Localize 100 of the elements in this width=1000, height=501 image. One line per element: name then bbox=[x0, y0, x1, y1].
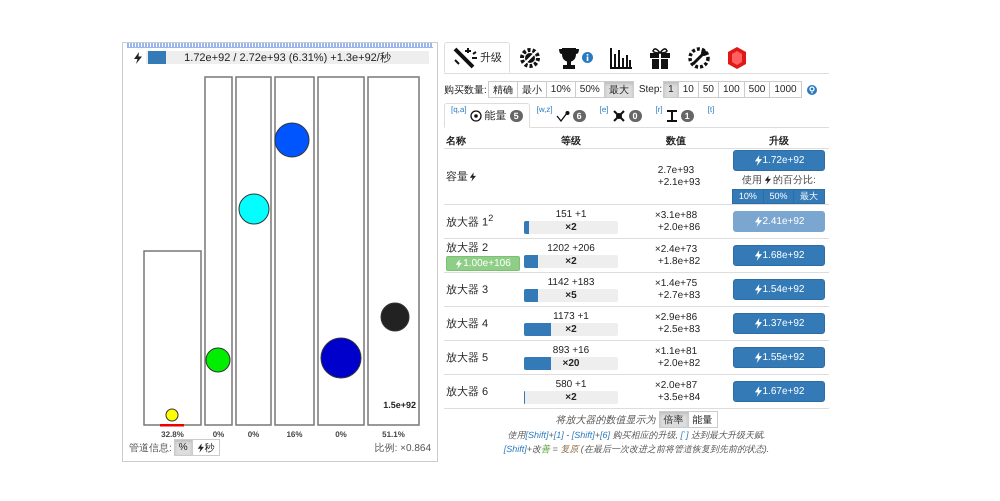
bolt-icon bbox=[754, 154, 762, 166]
gift-icon bbox=[649, 46, 671, 70]
toggle-button[interactable]: % bbox=[174, 439, 193, 456]
amount-button[interactable]: 10% bbox=[546, 81, 576, 98]
name-cell: 放大器 1$^{2}$ bbox=[446, 213, 494, 230]
name-cell-text: 容量 bbox=[446, 170, 468, 184]
multiplier-text: ×2 bbox=[565, 222, 577, 233]
upgrade-button[interactable]: 1.68e+92 bbox=[733, 245, 825, 266]
percent-label: 32.8% bbox=[161, 430, 184, 439]
gain-cell-text: +2.7e+83 bbox=[656, 290, 700, 302]
pipe-info-label: 管道信息: bbox=[129, 442, 172, 454]
i-beam-icon bbox=[666, 110, 678, 122]
buy-amount-label: 购买数量: bbox=[444, 84, 487, 96]
value-cell: ×2.9e+86 bbox=[654, 312, 698, 324]
gain-cell-text: +2.0e+82 bbox=[656, 358, 700, 370]
bolt-icon bbox=[754, 216, 762, 227]
step-button[interactable]: 100 bbox=[718, 81, 745, 98]
gain-cell-text: +2.5e+83 bbox=[656, 324, 700, 336]
cross-icon bbox=[612, 110, 626, 122]
energy-text: 1.72e+92 / 2.72e+93 (6.31%) +1.3e+92/秒 bbox=[184, 51, 391, 65]
level-text: 1142 +183 bbox=[548, 277, 594, 288]
multiplier-text: ×5 bbox=[565, 290, 577, 301]
percent-button[interactable]: 10% bbox=[732, 188, 764, 204]
bolt-icon bbox=[754, 352, 762, 363]
gem-icon bbox=[727, 46, 747, 70]
bolt-icon bbox=[133, 52, 142, 64]
name-cell-text: 放大器 2 bbox=[446, 241, 488, 255]
display-button[interactable]: 能量 bbox=[688, 411, 718, 428]
step-button[interactable]: 500 bbox=[744, 81, 770, 98]
level-text: 1202 +206 bbox=[547, 243, 595, 254]
multiplier-text: ×2 bbox=[565, 256, 577, 267]
value-cell: ×2.0e+87 bbox=[654, 380, 698, 392]
target-icon bbox=[470, 110, 482, 122]
percent-label: 51.1% bbox=[382, 430, 405, 439]
multiplier-text: ×2 bbox=[565, 324, 577, 335]
amount-button[interactable]: 精确 bbox=[488, 81, 518, 98]
bolt-icon bbox=[469, 172, 476, 182]
bolt-icon bbox=[754, 318, 762, 329]
multiplier-text: ×20 bbox=[562, 358, 580, 369]
bolt-icon bbox=[754, 250, 762, 261]
percent-button[interactable]: 50% bbox=[762, 188, 794, 204]
percent-caption: 使用 bbox=[742, 174, 762, 186]
upgrade-button[interactable]: 1.72e+92 bbox=[733, 150, 825, 170]
name-cell-text: 放大器 3 bbox=[446, 283, 488, 297]
bolt-icon bbox=[764, 174, 772, 184]
value-cell: ×1.1e+81 bbox=[654, 346, 698, 358]
value-cell: ×2.4e+73 bbox=[654, 244, 698, 256]
column-header: 等级 bbox=[560, 134, 582, 148]
toggle-button[interactable]: 秒 bbox=[192, 439, 220, 456]
column-header: 名称 bbox=[445, 134, 467, 148]
level-text: 1173 +1 bbox=[553, 311, 589, 322]
percent-label: 0% bbox=[248, 430, 260, 439]
checkmark-icon bbox=[556, 110, 570, 122]
multiplier-text: ×2 bbox=[565, 392, 577, 403]
underline-mark bbox=[160, 424, 184, 426]
value-cell: ×1.4e+75 bbox=[654, 278, 698, 290]
percent-label: 0% bbox=[335, 430, 347, 439]
help-icon[interactable] bbox=[806, 84, 817, 94]
name-cell-text: 放大器 5 bbox=[446, 351, 488, 365]
pipe-value: 1.5e+92 bbox=[383, 400, 416, 410]
bolt-icon bbox=[196, 442, 204, 452]
display-label: 将放大器的数值显示为 bbox=[556, 414, 656, 426]
sparkle-wand-icon bbox=[452, 46, 478, 70]
percent-label: 16% bbox=[286, 430, 302, 439]
value-cell: ×3.1e+88 bbox=[654, 210, 698, 222]
amount-button[interactable]: 最大 bbox=[604, 81, 634, 98]
level-text: 893 +16 bbox=[552, 345, 590, 356]
upgrade-button[interactable]: 1.37e+92 bbox=[733, 313, 825, 334]
upgrade-button[interactable]: 1.67e+92 bbox=[733, 381, 825, 402]
display-button[interactable]: 倍率 bbox=[658, 411, 688, 428]
value-cell: 2.7e+93 bbox=[658, 164, 694, 176]
bolt-icon bbox=[754, 284, 762, 295]
bar-chart-icon bbox=[609, 46, 633, 70]
percent-button[interactable]: 最大 bbox=[793, 188, 826, 204]
tab[interactable]: 升级 bbox=[444, 42, 510, 73]
step-button[interactable]: 10 bbox=[678, 81, 699, 98]
step-label: Step: bbox=[638, 84, 662, 95]
upgrade-button[interactable]: 1.54e+92 bbox=[733, 279, 825, 300]
step-button[interactable]: 50 bbox=[698, 81, 719, 98]
step-button[interactable]: 1000 bbox=[769, 81, 802, 98]
percent-label: 0% bbox=[212, 430, 224, 439]
gain-cell-text: +3.5e+84 bbox=[656, 392, 700, 404]
subtab[interactable]: [t] bbox=[700, 103, 722, 128]
hint-text: [Shift]+改善 = 复原 (在最后一次改进之前将管道恢复到先前的状态). bbox=[504, 443, 770, 456]
upgrade-button[interactable]: 1.55e+92 bbox=[733, 347, 825, 368]
column-header: 数值 bbox=[664, 134, 687, 148]
column-header: 升级 bbox=[768, 134, 790, 148]
amount-button[interactable]: 最小 bbox=[516, 81, 547, 98]
name-cell-text: 放大器 6 bbox=[446, 385, 488, 399]
bolt-icon bbox=[754, 386, 762, 397]
step-button[interactable]: 1 bbox=[663, 81, 679, 98]
level-text: 580 +1 bbox=[556, 379, 586, 390]
percent-caption: 的百分比: bbox=[773, 174, 816, 186]
bolt-icon bbox=[455, 258, 462, 268]
gain-cell-text: +2.1e+93 bbox=[656, 176, 700, 188]
trophy-icon bbox=[558, 46, 580, 70]
wrench-gear-icon bbox=[687, 46, 711, 70]
amount-button[interactable]: 50% bbox=[574, 81, 605, 98]
ratio-text: 比例: ×0.864 bbox=[374, 442, 431, 454]
cog-icon bbox=[518, 46, 542, 70]
